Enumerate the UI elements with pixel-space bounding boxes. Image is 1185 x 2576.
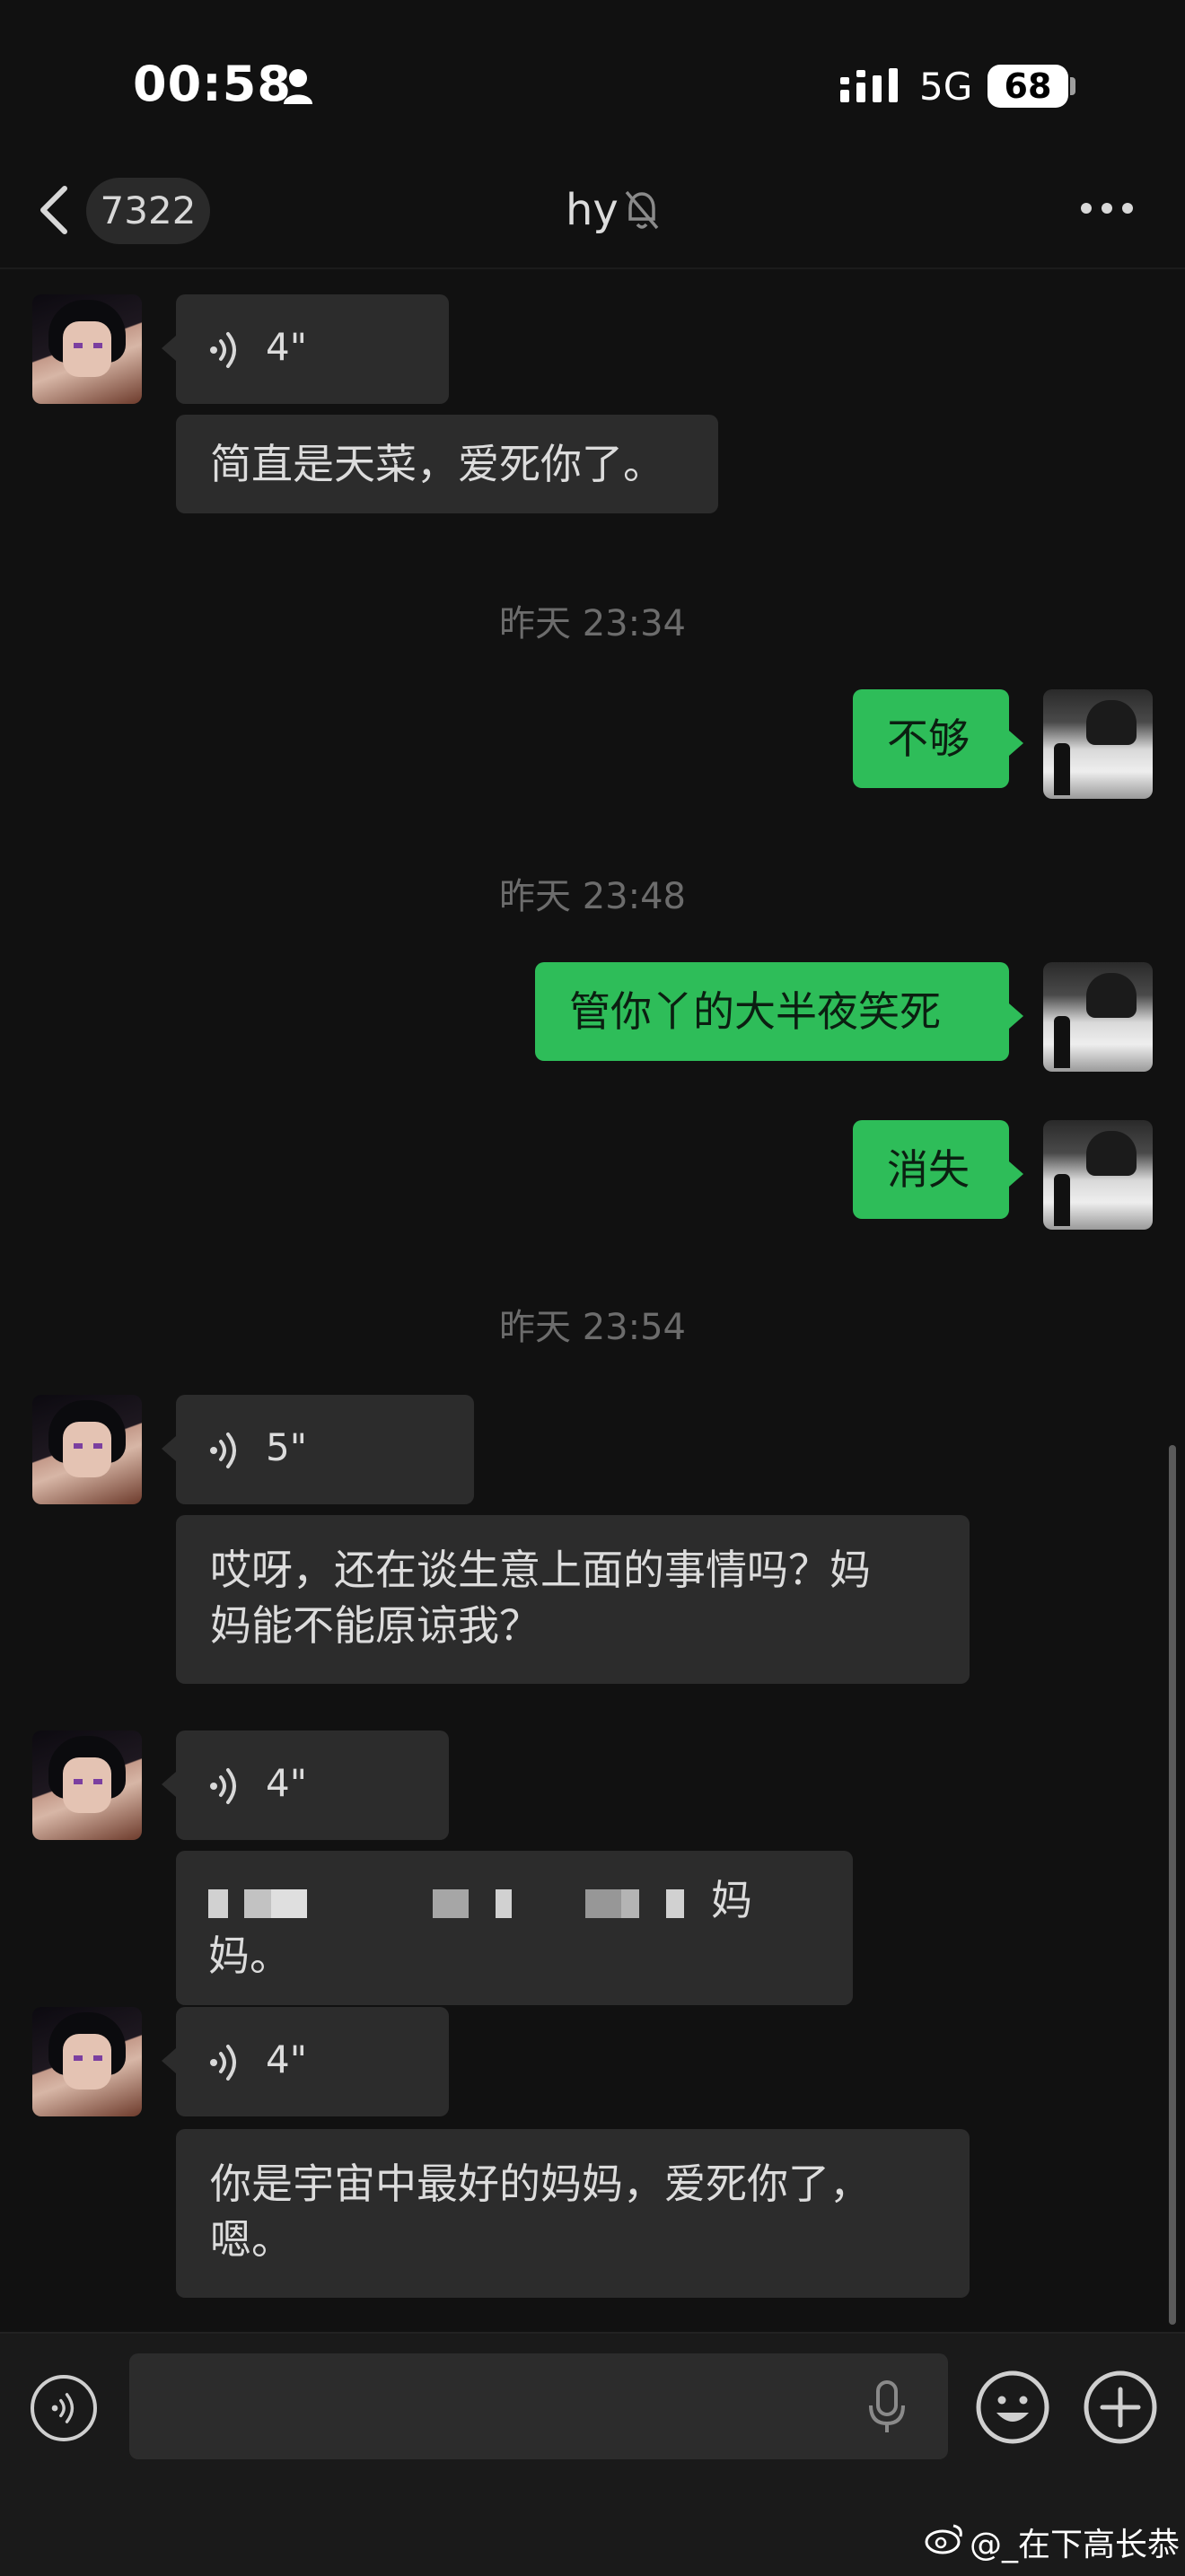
- message-text: 消失: [887, 1145, 970, 1194]
- message-text-line: 妈能不能原谅我？: [210, 1601, 540, 1650]
- chat-title[interactable]: hy: [566, 185, 619, 235]
- incoming-message-bubble[interactable]: 妈妈。: [176, 1851, 853, 2005]
- voice-message[interactable]: 5": [176, 1395, 474, 1504]
- avatar[interactable]: [1043, 962, 1153, 1072]
- timestamp: 昨天 23:48: [499, 876, 686, 917]
- voice-wave-icon: [210, 1768, 236, 1804]
- voice-message[interactable]: 4": [176, 2007, 449, 2116]
- voice-wave-icon: [210, 1433, 236, 1468]
- voice-duration: 4": [266, 2037, 308, 2081]
- message-text-line: 嗯。: [210, 2215, 293, 2264]
- mute-bell-icon: [625, 190, 659, 230]
- voice-duration: 4": [266, 325, 308, 369]
- scrollbar[interactable]: [1169, 1445, 1176, 2325]
- voice-message[interactable]: 4": [176, 294, 449, 404]
- message-text: 简直是天菜，爱死你了。: [210, 440, 664, 488]
- watermark-text: @_在下高长恭: [970, 2527, 1181, 2563]
- signal-icon: [840, 68, 898, 102]
- message-text-line: 哎呀，还在谈生意上面的事情吗？妈: [210, 1546, 871, 1594]
- avatar[interactable]: [32, 2007, 142, 2116]
- outgoing-message-bubble[interactable]: 管你丫的大半夜笑死: [535, 962, 1009, 1061]
- message-input[interactable]: [129, 2353, 948, 2459]
- battery-indicator: 68: [988, 65, 1068, 108]
- bubble-tail: [162, 336, 176, 361]
- outgoing-message-bubble[interactable]: 消失: [853, 1120, 1009, 1219]
- message-text: 不够: [887, 714, 970, 763]
- header-divider: [0, 267, 1185, 269]
- person-icon: [284, 69, 312, 104]
- voice-wave-icon: [210, 2045, 236, 2081]
- voice-wave-icon: [51, 2393, 75, 2423]
- incoming-message-bubble[interactable]: 哎呀，还在谈生意上面的事情吗？妈 妈能不能原谅我？: [176, 1515, 970, 1684]
- timestamp: 昨天 23:54: [499, 1307, 686, 1348]
- emoji-icon[interactable]: [975, 2370, 1050, 2445]
- bubble-tail: [1009, 1161, 1023, 1187]
- avatar[interactable]: [1043, 1120, 1153, 1230]
- outgoing-message-bubble[interactable]: 不够: [853, 689, 1009, 788]
- incoming-message-bubble[interactable]: 简直是天菜，爱死你了。: [176, 415, 718, 513]
- plus-icon[interactable]: [1083, 2370, 1158, 2445]
- voice-duration: 4": [266, 1761, 308, 1805]
- redacted-text: [208, 1879, 711, 1927]
- message-text: 管你丫的大半夜笑死: [569, 987, 941, 1036]
- voice-wave-icon: [210, 332, 236, 368]
- message-text-line: 你是宇宙中最好的妈妈，爱死你了，: [210, 2160, 871, 2208]
- back-chevron-icon[interactable]: [36, 183, 72, 237]
- more-icon[interactable]: [1079, 201, 1135, 215]
- bubble-tail: [162, 1772, 176, 1797]
- microphone-icon[interactable]: [867, 2380, 907, 2434]
- voice-message[interactable]: 4": [176, 1730, 449, 1840]
- timestamp: 昨天 23:34: [499, 603, 686, 644]
- avatar[interactable]: [1043, 689, 1153, 799]
- bubble-tail: [162, 2048, 176, 2073]
- bubble-tail: [1009, 731, 1023, 756]
- avatar[interactable]: [32, 1395, 142, 1504]
- network-label: 5G: [919, 65, 973, 109]
- weibo-icon: [925, 2524, 962, 2554]
- voice-input-button[interactable]: [31, 2375, 97, 2441]
- voice-duration: 5": [266, 1425, 308, 1469]
- avatar[interactable]: [32, 294, 142, 404]
- status-time: 00:58: [133, 56, 292, 112]
- battery-tip: [1070, 77, 1075, 95]
- bubble-tail: [1009, 1003, 1023, 1029]
- unread-count-badge[interactable]: 7322: [86, 178, 210, 244]
- incoming-message-bubble[interactable]: 你是宇宙中最好的妈妈，爱死你了， 嗯。: [176, 2129, 970, 2298]
- bubble-tail: [162, 1436, 176, 1461]
- avatar[interactable]: [32, 1730, 142, 1840]
